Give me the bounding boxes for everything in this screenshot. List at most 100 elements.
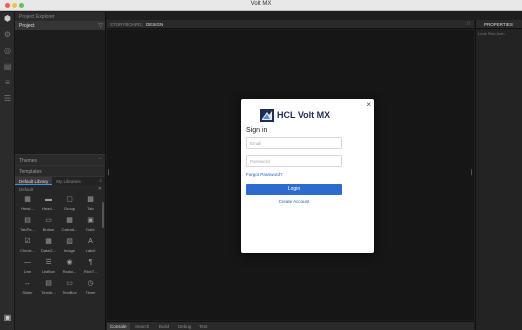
widget-item[interactable]: ▦ Hmst...: [18, 194, 37, 214]
label-icon: A: [88, 238, 93, 245]
widget-label: Line: [23, 269, 32, 274]
tab-default-library[interactable]: Default Library: [15, 177, 53, 185]
list-icon[interactable]: ≡: [3, 78, 12, 87]
stack-icon[interactable]: ☰: [3, 94, 12, 103]
slider-icon: ↔: [24, 280, 31, 287]
bottom-bar: Console Search Build Debug Test: [107, 321, 474, 330]
properties-header: PROPERTIES: [476, 20, 522, 29]
widget-label: Check...: [20, 248, 35, 253]
widget-label: Button: [42, 227, 55, 232]
widget-item[interactable]: — Line: [18, 257, 37, 277]
tab-design[interactable]: DESIGN: [146, 22, 163, 27]
listbox-icon: ☰: [45, 259, 52, 266]
widget-item[interactable]: ▭ Button: [39, 215, 58, 235]
hexagon-icon[interactable]: ⬢: [3, 14, 12, 23]
default-label: Default: [19, 187, 34, 192]
tab-separator: |: [142, 22, 144, 27]
close-icon[interactable]: □: [467, 21, 470, 27]
library-tabs: Default Library My Libraries ⌕: [15, 176, 105, 185]
tab-test[interactable]: Test: [199, 324, 207, 329]
search-icon[interactable]: ⌕: [99, 178, 102, 184]
login-button[interactable]: Login: [246, 184, 342, 195]
widget-item[interactable]: ▢ Group: [60, 194, 79, 214]
tab-build[interactable]: Build: [159, 324, 169, 329]
widget-item[interactable]: ▣ Date: [81, 215, 100, 235]
widget-item[interactable]: ▭ TextBox: [60, 278, 79, 298]
widget-label: Image: [63, 248, 76, 253]
widget-item[interactable]: ▬ Head...: [39, 194, 58, 214]
widget-label: TextAr...: [41, 290, 56, 295]
sign-in-dialog: × HCL Volt MX Sign in Forgot Password? L…: [241, 99, 374, 253]
project-label: Project: [19, 23, 35, 29]
brand-name: HCL Volt MX: [277, 110, 331, 120]
widget-label: Date: [86, 227, 95, 232]
forgot-password-link[interactable]: Forgot Password?: [246, 172, 283, 177]
datagrid-icon: ▦: [45, 238, 52, 245]
widget-label: RichT...: [83, 269, 98, 274]
tab-my-libraries[interactable]: My Libraries: [52, 177, 85, 185]
canvas-tabs: STORYBOARD | DESIGN □: [107, 20, 474, 29]
collapse-icon[interactable]: −: [98, 156, 102, 162]
gear-icon[interactable]: ⚙: [3, 30, 12, 39]
textarea-icon: ▤: [45, 280, 52, 287]
button-icon: ▭: [45, 217, 52, 224]
widget-item[interactable]: ▦ DataG...: [39, 236, 58, 256]
calendar-icon: ▦: [66, 217, 73, 224]
collapse-left-handle[interactable]: ┃: [107, 170, 110, 178]
widget-item[interactable]: ☰ ListBox: [39, 257, 58, 277]
tab-debug[interactable]: Debug: [178, 324, 191, 329]
tab-icon: ▩: [87, 196, 94, 203]
tab-console[interactable]: Console: [107, 323, 130, 330]
widget-label: Group: [63, 206, 76, 211]
password-field[interactable]: [246, 155, 342, 167]
line-icon: —: [24, 259, 31, 266]
widget-item[interactable]: ☑ Check...: [18, 236, 37, 256]
widget-item[interactable]: ▩ Tab: [81, 194, 100, 214]
header-icon: ▬: [45, 196, 52, 203]
templates-section[interactable]: Templates: [15, 165, 105, 176]
widget-label: Hmst...: [21, 206, 34, 211]
templates-label: Templates: [19, 169, 42, 175]
widget-label: Radio...: [62, 269, 77, 274]
close-icon[interactable]: ✕: [98, 186, 102, 192]
widget-label: Timer: [85, 290, 96, 295]
themes-label: Themes: [19, 158, 38, 164]
widget-item[interactable]: ¶ RichT...: [81, 257, 100, 277]
widget-item[interactable]: A Label: [81, 236, 100, 256]
widget-item[interactable]: ◷ Timer: [81, 278, 100, 298]
project-explorer-panel: Project Explorer Project ▽ Themes − Temp…: [15, 12, 106, 330]
widget-label: Tab: [87, 206, 94, 211]
properties-tabs[interactable]: Look Skin Actn: [476, 29, 522, 37]
email-field[interactable]: [246, 137, 342, 149]
widget-grid: ▦ Hmst... ▬ Head... ▢ Group ▩ Tab ▤ TabPa... ▭ Butt…: [15, 194, 105, 298]
image-icon: ▧: [66, 238, 73, 245]
widget-label: DataG...: [41, 248, 56, 253]
date-icon: ▣: [87, 217, 94, 224]
widget-label: Calend...: [61, 227, 78, 232]
circle-icon[interactable]: ◎: [3, 46, 12, 55]
widget-item[interactable]: ▤ TabPa...: [18, 215, 37, 235]
widget-item[interactable]: ▦ Calend...: [60, 215, 79, 235]
widget-label: TabPa...: [20, 227, 35, 232]
tab-storyboard[interactable]: STORYBOARD: [110, 22, 141, 27]
widget-label: TextBox: [62, 290, 77, 295]
window-title: Volt MX: [250, 1, 272, 7]
widget-item[interactable]: ▧ Image: [60, 236, 79, 256]
widget-item[interactable]: ◉ Radio...: [60, 257, 79, 277]
widget-label: Label: [85, 248, 96, 253]
create-account-link[interactable]: Create Account: [241, 199, 347, 204]
panel-icon[interactable]: ▣: [3, 313, 12, 322]
app-window: Volt MX ⬢ ⚙ ◎ ▤ ≡ ☰ ▣ Project Explorer P…: [0, 0, 522, 330]
filter-icon[interactable]: ▽: [98, 22, 103, 29]
layers-icon[interactable]: ▤: [3, 62, 12, 71]
collapse-right-handle[interactable]: ┃: [470, 170, 473, 178]
widget-item[interactable]: ↔ Slider: [18, 278, 37, 298]
themes-section[interactable]: Themes −: [15, 154, 105, 165]
tab-search[interactable]: Search: [135, 324, 149, 329]
widget-item[interactable]: ▤ TextAr...: [39, 278, 58, 298]
scrollbar[interactable]: [102, 202, 104, 228]
project-item[interactable]: Project ▽: [15, 21, 105, 30]
close-icon[interactable]: ×: [366, 101, 371, 109]
tabpane-icon: ▤: [24, 217, 31, 224]
widget-label: Head...: [42, 206, 55, 211]
